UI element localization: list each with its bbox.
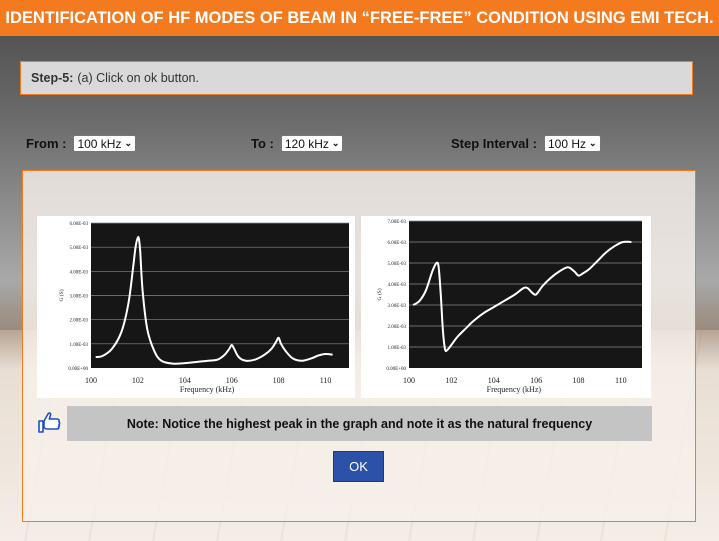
chevron-down-icon: ⌄	[589, 138, 597, 148]
step-text: (a) Click on ok button.	[77, 71, 199, 85]
x-tick-label: 104	[488, 376, 500, 385]
to-select[interactable]: 120 kHz ⌄	[280, 135, 344, 152]
from-label: From :	[26, 136, 67, 151]
chevron-down-icon: ⌄	[124, 138, 133, 148]
x-axis-label: Frequency (kHz)	[487, 385, 542, 394]
to-label: To :	[251, 136, 274, 151]
x-tick-label: 106	[530, 376, 542, 385]
y-tick-label: 4.00E-03	[388, 283, 407, 288]
to-select-value: 120 kHz	[284, 136, 329, 151]
chevron-down-icon: ⌄	[331, 138, 340, 148]
y-tick-label: 0.00E+00	[68, 367, 88, 372]
pointing-hand-icon	[38, 412, 61, 433]
chart-1: 0.00E+00 1.00E-03 2.00E-03 3.00E-03 4.00E-03…	[58, 222, 349, 394]
y-tick-label: 5.00E-03	[388, 262, 407, 267]
y-tick-label: 6.00E-03	[70, 222, 89, 227]
x-tick-label: 108	[572, 376, 584, 385]
x-tick-label: 102	[132, 376, 144, 385]
chart-2: 0.00E+00 1.00E-03 2.00E-03 3.00E-03 4.00E-03…	[376, 220, 642, 394]
y-tick-label: 2.00E-03	[388, 325, 407, 330]
x-tick-label: 104	[179, 376, 191, 385]
y-tick-label: 0.00E+00	[386, 367, 406, 372]
x-tick-label: 102	[445, 376, 457, 385]
page-title: IDENTIFICATION OF HF MODES OF BEAM IN “F…	[5, 8, 714, 27]
step-label: Step-5:	[31, 71, 74, 85]
x-tick-label: 100	[85, 376, 97, 385]
x-axis-label: Frequency (kHz)	[180, 385, 235, 394]
x-tick-label: 110	[320, 376, 332, 385]
y-tick-label: 5.00E-03	[70, 246, 89, 251]
graph-2: 0.00E+00 1.00E-03 2.00E-03 3.00E-03 4.00E-03…	[361, 216, 651, 398]
interval-control: Step Interval : 100 Hz ⌄	[451, 135, 601, 152]
x-tick-label: 106	[226, 376, 238, 385]
from-select[interactable]: 100 kHz ⌄	[73, 135, 137, 152]
ok-button-label: OK	[349, 459, 368, 474]
note-text: Note: Notice the highest peak in the gra…	[126, 416, 593, 431]
note-box: Note: Notice the highest peak in the gra…	[67, 406, 652, 441]
graph-1: 0.00E+00 1.00E-03 2.00E-03 3.00E-03 4.00E-03…	[37, 216, 355, 398]
interval-label: Step Interval :	[451, 136, 537, 151]
y-tick-label: 7.00E-03	[388, 220, 407, 225]
interval-select[interactable]: 100 Hz ⌄	[543, 135, 601, 152]
y-axis-label: G (S)	[58, 289, 65, 301]
step-instruction: Step-5: (a) Click on ok button.	[20, 61, 693, 95]
x-tick-label: 110	[615, 376, 627, 385]
ok-button[interactable]: OK	[333, 451, 384, 482]
to-control: To : 120 kHz ⌄	[251, 135, 344, 152]
y-tick-label: 2.00E-03	[70, 319, 89, 324]
y-tick-label: 3.00E-03	[388, 304, 407, 309]
y-axis-label: G (S)	[376, 288, 383, 300]
interval-select-value: 100 Hz	[547, 136, 586, 151]
from-control: From : 100 kHz ⌄	[26, 135, 137, 152]
x-tick-label: 108	[273, 376, 285, 385]
page-header: IDENTIFICATION OF HF MODES OF BEAM IN “F…	[0, 0, 719, 36]
y-tick-label: 1.00E-03	[70, 343, 89, 348]
y-tick-label: 3.00E-03	[70, 295, 89, 300]
y-tick-label: 1.00E-03	[388, 346, 407, 351]
y-tick-label: 6.00E-03	[388, 241, 407, 246]
x-tick-label: 100	[403, 376, 415, 385]
y-tick-label: 4.00E-03	[70, 270, 89, 275]
from-select-value: 100 kHz	[77, 136, 122, 151]
